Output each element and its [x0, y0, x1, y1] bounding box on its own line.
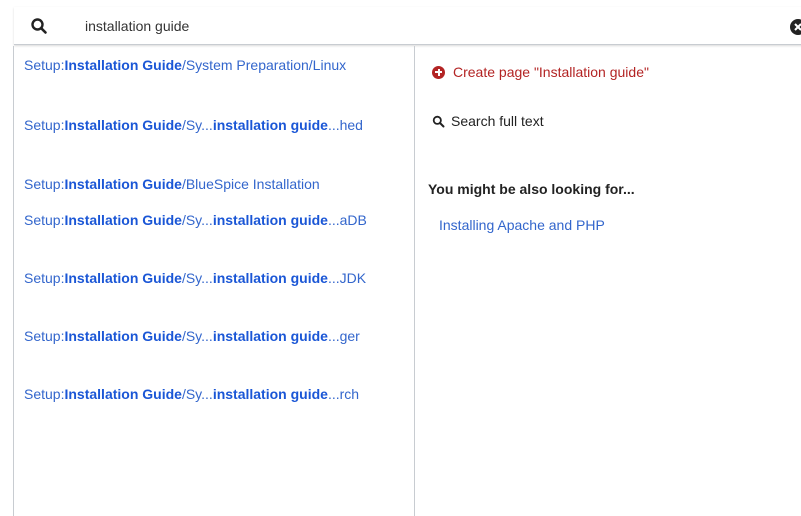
result-match: Installation Guide [64, 270, 182, 286]
result-path: /Sy... [181, 386, 213, 402]
result-suffix: ...JDK [327, 270, 367, 286]
result-link[interactable]: Setup:Installation Guide/BlueSpice Insta… [24, 174, 409, 195]
result-match: Installation Guide [64, 328, 182, 344]
result-path: /Sy... [181, 212, 213, 228]
create-page-link[interactable]: Create page "Installation guide" [432, 64, 649, 80]
result-match-2: installation guide [212, 270, 328, 286]
result-link[interactable]: Setup:Installation Guide/Sy...installati… [24, 210, 409, 231]
result-prefix: Setup: [24, 57, 65, 73]
result-path: /System Preparation/Linux [181, 57, 347, 73]
result-match-2: installation guide [212, 328, 328, 344]
result-link[interactable]: Setup:Installation Guide/Sy...installati… [24, 268, 409, 289]
search-icon [432, 115, 445, 127]
result-link[interactable]: Setup:Installation Guide/Sy...installati… [24, 115, 409, 136]
lookup-link[interactable]: Installing Apache and PHP [439, 217, 605, 233]
results-panel: Setup:Installation Guide/System Preparat… [13, 46, 415, 516]
actions-panel: Create page "Installation guide" Search … [416, 46, 801, 516]
result-link[interactable]: Setup:Installation Guide/Sy...installati… [24, 384, 409, 405]
result-prefix: Setup: [24, 386, 65, 402]
create-page-label: Create page "Installation guide" [453, 64, 649, 80]
result-match-2: installation guide [212, 117, 328, 133]
search-full-text-link[interactable]: Search full text [432, 113, 544, 129]
result-prefix: Setup: [24, 212, 65, 228]
clear-circle-icon[interactable] [790, 19, 801, 35]
search-input[interactable] [85, 15, 765, 37]
result-prefix: Setup: [24, 270, 65, 286]
result-match-2: installation guide [212, 386, 328, 402]
result-prefix: Setup: [24, 176, 65, 192]
result-match: Installation Guide [64, 212, 182, 228]
result-link[interactable]: Setup:Installation Guide/Sy...installati… [24, 326, 409, 347]
result-match: Installation Guide [64, 386, 182, 402]
result-prefix: Setup: [24, 328, 65, 344]
result-link[interactable]: Setup:Installation Guide/System Preparat… [24, 55, 409, 76]
result-suffix: ...hed [327, 117, 363, 133]
result-path: /Sy... [181, 270, 213, 286]
search-bar [14, 7, 801, 45]
result-path: /Sy... [181, 328, 213, 344]
lookup-heading: You might be also looking for... [428, 181, 635, 197]
result-match-2: installation guide [212, 212, 328, 228]
result-match: Installation Guide [64, 176, 182, 192]
result-suffix: ...aDB [327, 212, 367, 228]
result-path: /BlueSpice Installation [181, 176, 320, 192]
result-match: Installation Guide [64, 57, 182, 73]
plus-circle-icon [432, 65, 445, 79]
result-prefix: Setup: [24, 117, 65, 133]
result-match: Installation Guide [64, 117, 182, 133]
search-icon[interactable] [30, 17, 48, 35]
search-full-text-label: Search full text [451, 113, 544, 129]
result-suffix: ...ger [327, 328, 360, 344]
result-path: /Sy... [181, 117, 213, 133]
result-suffix: ...rch [327, 386, 360, 402]
